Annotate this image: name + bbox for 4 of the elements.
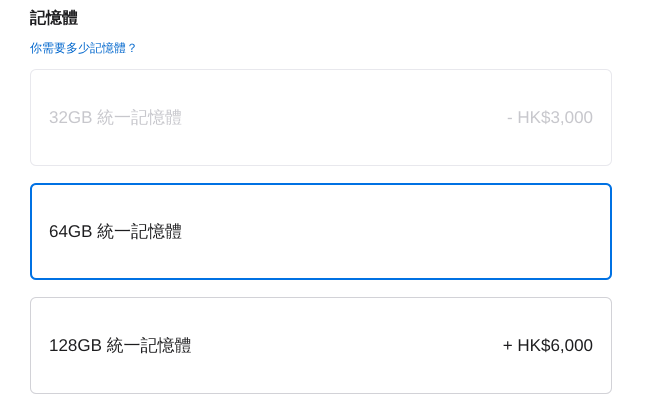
section-title: 記憶體 [30,8,79,29]
option-card[interactable]: 64GB 統一記憶體 [30,183,612,280]
help-link[interactable]: 你需要多少記憶體？ [30,40,138,57]
option-card[interactable]: 128GB 統一記憶體 + HK$6,000 [30,297,612,394]
